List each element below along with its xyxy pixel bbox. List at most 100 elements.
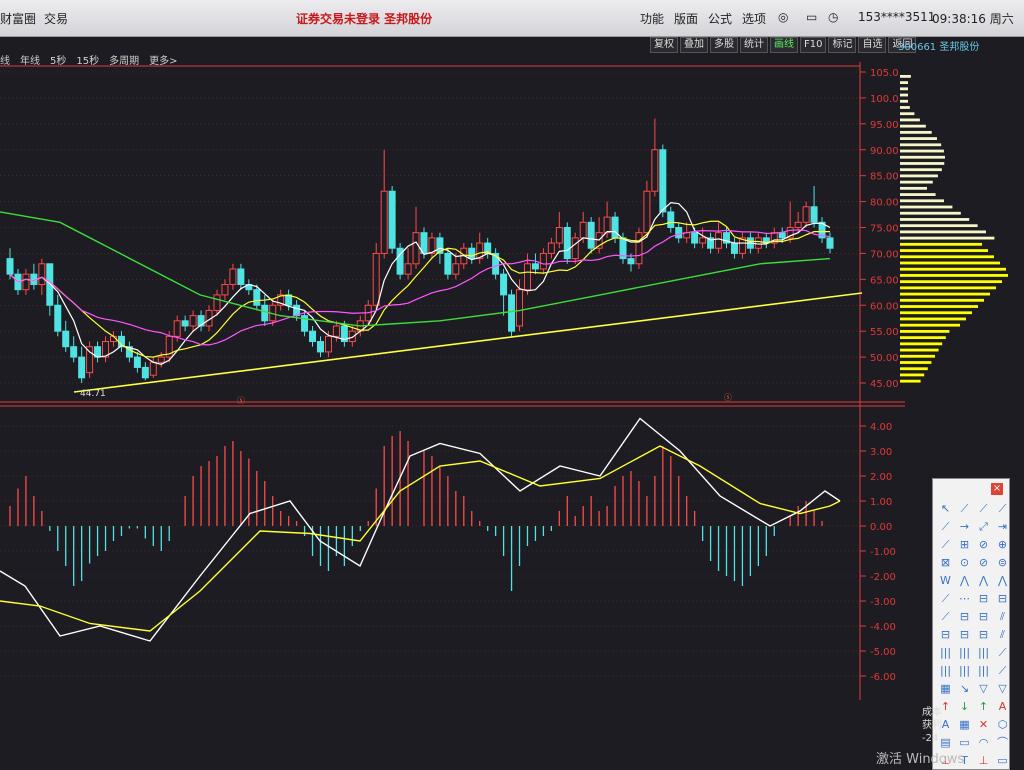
drawing-tool-icon[interactable]: ▦ (937, 681, 954, 697)
drawing-tool-icon[interactable]: ||| (937, 645, 954, 661)
drawing-tool-icon[interactable]: ⋯ (956, 591, 973, 607)
price-axis-label: 50.00 (870, 353, 899, 364)
volume-profile-bar (900, 230, 986, 234)
drawing-tool-icon[interactable]: ⟋ (937, 591, 954, 607)
candle-body (452, 263, 460, 275)
drawing-tool-icon[interactable]: ⊙ (956, 555, 973, 571)
candle-body (826, 237, 834, 249)
ma5-line (9, 201, 831, 365)
drawing-tool-icon[interactable]: ⊟ (937, 627, 954, 643)
candle-body (579, 221, 587, 239)
macd-axis-label: -4.00 (870, 622, 896, 633)
drawing-tool-icon[interactable]: W (937, 573, 954, 589)
drawing-tool-icon[interactable]: ◠ (975, 735, 992, 751)
drawing-tool-icon[interactable]: ||| (956, 645, 973, 661)
drawing-tool-icon[interactable]: ⟋ (975, 501, 992, 517)
drawing-tool-icon[interactable]: ⊕ (994, 537, 1011, 553)
drawing-tool-icon[interactable]: ||| (975, 663, 992, 679)
drawing-tool-icon[interactable]: → (956, 519, 973, 535)
kline-chart[interactable]: 44.71 ⓢ ⓢ 105.0 100.0 95.00 90.00 85.00 80.00… (0, 0, 1024, 768)
drawing-tool-icon[interactable]: ||| (956, 663, 973, 679)
drawing-tool-icon[interactable]: ▦ (956, 717, 973, 733)
drawing-tool-icon[interactable]: ⟋ (956, 501, 973, 517)
macd-axis-label: -2.00 (870, 572, 896, 583)
drawing-tool-icon[interactable]: ⊘ (975, 555, 992, 571)
drawing-tool-icon[interactable]: ⊟ (956, 609, 973, 625)
volume-profile-bar (900, 286, 996, 290)
trend-line[interactable] (73, 292, 863, 393)
candle-body (627, 258, 635, 265)
volume-profile-bar (900, 93, 908, 97)
drawing-tool-icon[interactable]: ⇥ (994, 519, 1011, 535)
candle-body (778, 232, 786, 239)
drawing-tool-icon[interactable]: A (994, 699, 1011, 715)
close-icon[interactable]: × (991, 483, 1003, 495)
drawing-tool-icon[interactable]: ↓ (956, 699, 973, 715)
candle-body (78, 356, 86, 379)
drawing-tool-icon[interactable]: ⬡ (994, 717, 1011, 733)
drawing-tool-icon[interactable]: ⊞ (956, 537, 973, 553)
drawing-tool-icon[interactable]: ⫽ (994, 627, 1011, 643)
drawing-tool-icon[interactable]: ⊘ (975, 537, 992, 553)
candle-body (659, 149, 667, 213)
volume-profile-bar (900, 224, 978, 228)
candle-body (173, 320, 181, 337)
drawing-tool-icon[interactable]: ↑ (975, 699, 992, 715)
volume-profile-bar (900, 305, 978, 308)
drawing-tool-icon[interactable]: ▭ (994, 753, 1011, 769)
drawing-tool-icon[interactable]: ⊥ (975, 753, 992, 769)
volume-profile-bar (900, 323, 960, 327)
drawing-tool-icon[interactable]: ✕ (975, 717, 992, 733)
low-price-annotation: 44.71 (80, 389, 106, 399)
candle-body (635, 232, 643, 265)
drawing-tool-icon[interactable]: ⟋ (994, 663, 1011, 679)
volume-profile-bar (900, 255, 994, 259)
ma10-line (9, 220, 830, 358)
drawing-tool-icon[interactable]: ⟋ (937, 519, 954, 535)
drawing-tool-icon[interactable]: ⋀ (975, 573, 992, 589)
drawing-tool-icon[interactable]: ⌒ (994, 735, 1011, 751)
drawing-tool-icon[interactable]: ⋀ (956, 573, 973, 589)
drawing-tool-icon[interactable]: ↖ (937, 501, 954, 517)
drawing-tool-icon[interactable]: ⋀ (994, 573, 1011, 589)
drawing-tool-icon[interactable]: ⊟ (975, 627, 992, 643)
drawing-tool-icon[interactable]: ⤢ (975, 519, 992, 535)
drawing-tool-icon[interactable]: ⊟ (956, 627, 973, 643)
candle-body (794, 221, 802, 228)
drawing-tool-icon[interactable]: ⊟ (975, 591, 992, 607)
volume-profile-bar (900, 112, 915, 116)
volume-profile-bar (900, 261, 1000, 265)
price-axis-label: 65.00 (870, 275, 899, 286)
drawing-tool-icon[interactable]: ⊜ (994, 555, 1011, 571)
candle-body (54, 304, 62, 332)
volume-profile-bar (900, 342, 943, 346)
volume-profile-bar (900, 311, 972, 315)
drawing-tool-icon[interactable]: ||| (975, 645, 992, 661)
drawing-tool-icon[interactable]: ||| (937, 663, 954, 679)
volume-profile-bar (900, 292, 990, 296)
volume-profile-bar (900, 180, 933, 184)
drawing-tool-icon[interactable]: ⟋ (937, 609, 954, 625)
candle-body (468, 247, 476, 260)
volume-profile-bar (900, 99, 908, 103)
volume-profile-bar (900, 186, 927, 190)
drawing-tool-icon[interactable]: ⟋ (937, 537, 954, 553)
drawing-tool-icon[interactable]: ⫽ (994, 609, 1011, 625)
drawing-tool-icon[interactable]: ⊟ (975, 609, 992, 625)
volume-profile (900, 74, 1008, 383)
drawing-tool-icon[interactable]: ⟋ (994, 645, 1011, 661)
candle-body (523, 263, 531, 291)
drawing-tool-icon[interactable]: ⊟ (994, 591, 1011, 607)
candle-body (380, 190, 388, 254)
candle-body (316, 341, 324, 353)
candle-body (62, 330, 70, 348)
drawing-tool-icon[interactable]: ▽ (994, 681, 1011, 697)
drawing-tool-icon[interactable]: ▽ (975, 681, 992, 697)
volume-profile-bar (900, 162, 945, 165)
drawing-tool-icon[interactable]: ⊠ (937, 555, 954, 571)
drawing-tool-icon[interactable]: ⟋ (994, 501, 1011, 517)
drawing-tool-grid: ↖ ⟋ ⟋ ⟋ ⟋ → ⤢ ⇥ ⟋ ⊞ ⊘ ⊕ ⊠ ⊙ ⊘ ⊜ W ⋀ ⋀ ⋀ ⟋ ⋯ ⊟ ⊟ ⟋ ⊟ ⊟ ⫽ ⊟ ⊟ ⊟ ⫽ ||| ||| ||… (937, 501, 1011, 769)
price-axis-label: 45.00 (870, 379, 899, 390)
drawing-tool-icon[interactable]: ↘ (956, 681, 973, 697)
price-axis-label: 55.00 (870, 327, 899, 338)
